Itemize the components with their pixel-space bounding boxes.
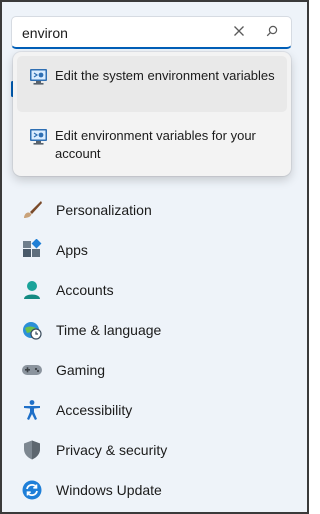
monitor-settings-icon <box>29 68 49 86</box>
nav-label: Gaming <box>56 362 106 378</box>
search-button[interactable] <box>262 23 282 43</box>
nav-item-time-language[interactable]: Time & language <box>16 311 286 349</box>
refresh-icon <box>21 479 43 501</box>
nav-item-windows-update[interactable]: Windows Update <box>16 471 286 509</box>
paintbrush-icon <box>21 199 43 221</box>
nav-label: Privacy & security <box>56 442 168 458</box>
suggestion-edit-account-env[interactable]: Edit environment variables for your acco… <box>17 116 287 172</box>
search-icon <box>266 24 278 42</box>
nav-item-accessibility[interactable]: Accessibility <box>16 391 286 429</box>
clear-search-button[interactable] <box>229 23 249 43</box>
person-icon <box>21 279 43 301</box>
nav-label: Accounts <box>56 282 114 298</box>
nav-label: Windows Update <box>56 482 162 498</box>
nav-label: Personalization <box>56 202 152 218</box>
nav-label: Time & language <box>56 322 162 338</box>
nav-item-apps[interactable]: Apps <box>16 231 286 269</box>
globe-clock-icon <box>21 319 43 341</box>
suggestion-label: Edit the system environment variables <box>55 68 275 83</box>
nav-item-privacy-security[interactable]: Privacy & security <box>16 431 286 469</box>
search-input[interactable] <box>22 23 222 43</box>
suggestion-edit-system-env[interactable]: Edit the system environment variables <box>17 56 287 112</box>
close-icon <box>233 24 245 42</box>
accessibility-icon <box>21 399 43 421</box>
monitor-settings-icon <box>29 128 49 146</box>
suggestion-label: Edit environment variables for your acco… <box>55 128 256 161</box>
settings-window: Personalization Apps Accounts Time & lan… <box>0 0 309 514</box>
settings-search-box[interactable] <box>11 16 292 49</box>
nav-item-gaming[interactable]: Gaming <box>16 351 286 389</box>
nav-item-personalization[interactable]: Personalization <box>16 191 286 229</box>
gamepad-icon <box>21 359 43 381</box>
shield-icon <box>21 439 43 461</box>
nav-label: Apps <box>56 242 88 258</box>
search-suggestions: Edit the system environment variables Ed… <box>13 52 291 176</box>
nav-label: Accessibility <box>56 402 133 418</box>
nav-item-accounts[interactable]: Accounts <box>16 271 286 309</box>
apps-icon <box>21 239 43 261</box>
